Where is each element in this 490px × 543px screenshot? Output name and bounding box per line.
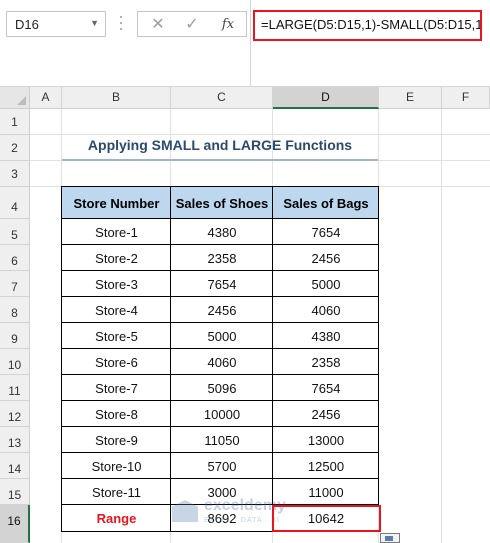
insert-function-icon[interactable]: fx <box>216 15 240 35</box>
table-cell[interactable]: 2456 <box>273 401 379 427</box>
row-header-14[interactable]: 14 <box>0 453 30 479</box>
name-box-value: D16 <box>15 17 39 32</box>
range-value-shoes[interactable]: 8692 <box>171 505 273 532</box>
table-cell[interactable]: 10000 <box>171 401 273 427</box>
row-header-13[interactable]: 13 <box>0 427 30 453</box>
table-cell[interactable]: 3000 <box>171 479 273 505</box>
table-border <box>61 348 379 349</box>
row-header-1[interactable]: 1 <box>0 109 30 135</box>
table-header-sales-of-bags[interactable]: Sales of Bags <box>273 187 379 219</box>
table-cell[interactable]: 13000 <box>273 427 379 453</box>
table-cell[interactable]: Store-9 <box>62 427 171 453</box>
table-cell[interactable]: Store-3 <box>62 271 171 297</box>
table-cell[interactable]: 7654 <box>273 219 379 245</box>
table-border <box>61 322 379 323</box>
gridline <box>441 109 442 543</box>
table-border <box>61 186 379 187</box>
table-cell[interactable]: 4060 <box>273 297 379 323</box>
column-header-c[interactable]: C <box>171 87 273 109</box>
table-cell[interactable]: 2456 <box>171 297 273 323</box>
table-cell[interactable]: Store-10 <box>62 453 171 479</box>
row-header-2[interactable]: 2 <box>0 135 30 161</box>
row-header-3[interactable]: 3 <box>0 161 30 187</box>
table-cell[interactable]: Store-8 <box>62 401 171 427</box>
select-all-button[interactable] <box>0 87 30 109</box>
row-header-12[interactable]: 12 <box>0 401 30 427</box>
table-cell[interactable]: 5700 <box>171 453 273 479</box>
table-cell[interactable]: Store-7 <box>62 375 171 401</box>
name-box[interactable]: D16 ▼ <box>6 11 106 37</box>
table-border <box>61 531 273 532</box>
table-border <box>61 186 62 532</box>
formula-bar: D16 ▼ ✕ ✓ fx =LARGE(D5:D15,1)-SMALL(D5:D… <box>0 0 490 86</box>
table-border <box>61 426 379 427</box>
table-cell[interactable]: Store-4 <box>62 297 171 323</box>
drag-handle-icon[interactable] <box>119 16 123 32</box>
range-label[interactable]: Range <box>62 505 171 532</box>
row-header-4[interactable]: 4 <box>0 187 30 219</box>
formula-text[interactable]: =LARGE(D5:D15,1)-SMALL(D5:D15,1) <box>253 10 482 41</box>
formula-input-area[interactable]: =LARGE(D5:D15,1)-SMALL(D5:D15,1) <box>250 0 490 86</box>
column-header-a[interactable]: A <box>30 87 62 109</box>
formula-buttons: ✕ ✓ fx <box>137 11 247 37</box>
table-cell[interactable]: Store-1 <box>62 219 171 245</box>
table-cell[interactable]: 12500 <box>273 453 379 479</box>
table-border <box>272 186 273 532</box>
paste-options-icon[interactable] <box>380 533 400 543</box>
table-cell[interactable]: 4060 <box>171 349 273 375</box>
table-cell[interactable]: 2358 <box>273 349 379 375</box>
table-border <box>170 186 171 532</box>
table-header-store-number[interactable]: Store Number <box>62 187 171 219</box>
column-header-b[interactable]: B <box>62 87 171 109</box>
table-cell[interactable]: Store-5 <box>62 323 171 349</box>
column-header-f[interactable]: F <box>442 87 490 109</box>
table-cell[interactable]: 11050 <box>171 427 273 453</box>
table-cell[interactable]: 2358 <box>171 245 273 271</box>
row-header-9[interactable]: 9 <box>0 323 30 349</box>
cancel-icon[interactable]: ✕ <box>146 15 170 35</box>
title-underline <box>62 159 378 161</box>
table-cell[interactable]: 4380 <box>171 219 273 245</box>
table-cell[interactable]: 11000 <box>273 479 379 505</box>
table-border <box>61 218 379 219</box>
column-header-e[interactable]: E <box>379 87 442 109</box>
row-header-15[interactable]: 15 <box>0 479 30 505</box>
chevron-down-icon[interactable]: ▼ <box>90 18 99 28</box>
sheet-title[interactable]: Applying SMALL and LARGE Functions <box>62 137 378 161</box>
table-cell[interactable]: Store-6 <box>62 349 171 375</box>
table-border <box>378 186 379 506</box>
row-header-6[interactable]: 6 <box>0 245 30 271</box>
row-header-11[interactable]: 11 <box>0 375 30 401</box>
table-cell[interactable]: 5000 <box>171 323 273 349</box>
table-border <box>61 452 379 453</box>
table-cell[interactable]: 5000 <box>273 271 379 297</box>
table-border <box>61 270 379 271</box>
table-border <box>61 374 379 375</box>
column-header-d[interactable]: D <box>273 87 379 109</box>
selected-cell-d16[interactable] <box>272 505 381 532</box>
table-cell[interactable]: 7654 <box>171 271 273 297</box>
table-border <box>61 244 379 245</box>
table-cell[interactable]: Store-11 <box>62 479 171 505</box>
table-header-sales-of-shoes[interactable]: Sales of Shoes <box>171 187 273 219</box>
table-border <box>61 478 379 479</box>
table-cell[interactable]: 2456 <box>273 245 379 271</box>
table-border <box>61 296 379 297</box>
gridline <box>30 134 490 135</box>
row-header-10[interactable]: 10 <box>0 349 30 375</box>
row-header-8[interactable]: 8 <box>0 297 30 323</box>
enter-icon[interactable]: ✓ <box>180 15 204 35</box>
table-border <box>61 400 379 401</box>
row-header-5[interactable]: 5 <box>0 219 30 245</box>
table-cell[interactable]: 4380 <box>273 323 379 349</box>
table-cell[interactable]: 5096 <box>171 375 273 401</box>
table-cell[interactable]: 7654 <box>273 375 379 401</box>
row-header-7[interactable]: 7 <box>0 271 30 297</box>
table-cell[interactable]: Store-2 <box>62 245 171 271</box>
row-header-16[interactable]: 16 <box>0 505 30 543</box>
